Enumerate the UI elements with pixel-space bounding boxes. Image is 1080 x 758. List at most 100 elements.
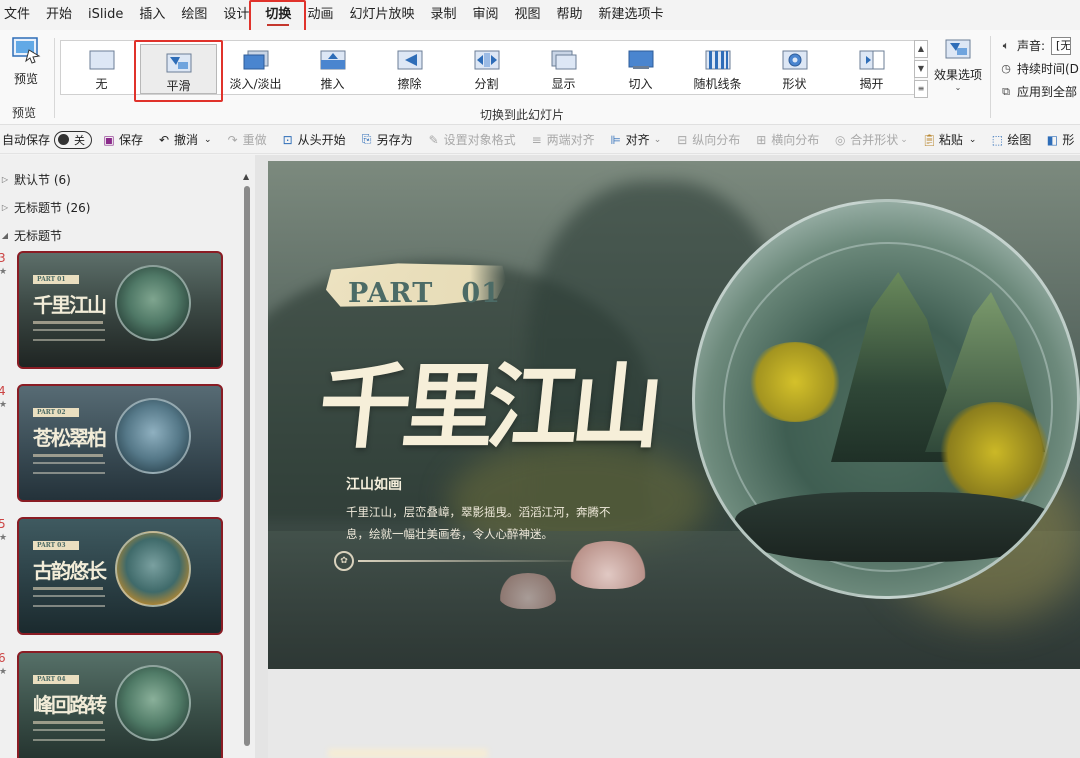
apply-all-button[interactable]: ⧉ 应用到全部 — [998, 80, 1080, 103]
collapse-arrow-icon: ◢ — [1, 231, 9, 240]
transition-gallery: 无 平滑 淡入/淡出 推入 擦除 分割 显示 切入 随机线条 形状 揭开 — [60, 40, 915, 95]
transition-shape-icon — [782, 50, 807, 70]
transition-fade[interactable]: 淡入/淡出 — [217, 41, 294, 96]
transition-push[interactable]: 推入 — [294, 41, 371, 96]
menu-home[interactable]: 开始 — [38, 0, 80, 30]
slide-subheading[interactable]: 江山如画 — [346, 474, 402, 494]
menu-draw[interactable]: 绘图 — [173, 0, 215, 30]
save-button[interactable]: ▣ 保存 — [102, 131, 143, 148]
menu-animations[interactable]: 动画 — [299, 0, 341, 30]
transition-uncover-label: 揭开 — [859, 77, 884, 91]
transition-wipe[interactable]: 擦除 — [371, 41, 448, 96]
gallery-scroll-up-button[interactable]: ▲ — [914, 40, 928, 58]
thumbnail-image: PART 04 峰回路转 — [17, 651, 223, 758]
apply-all-icon: ⧉ — [1002, 84, 1010, 98]
menu-slideshow[interactable]: 幻灯片放映 — [341, 0, 422, 30]
distribute-vertical-button[interactable]: ⊟ 纵向分布 — [675, 131, 740, 148]
transition-star-icon: ★ — [0, 267, 8, 277]
save-as-button[interactable]: ⎘ 另存为 — [360, 131, 413, 148]
transition-cut[interactable]: 切入 — [602, 41, 679, 96]
menu-review[interactable]: 审阅 — [464, 0, 506, 30]
divider — [990, 36, 991, 118]
thumbnail-part: PART 04 — [33, 675, 79, 684]
thumbnail-part: PART 03 — [33, 541, 79, 550]
start-from-beginning-label: 从头开始 — [297, 133, 346, 147]
justify-button[interactable]: ≡ 两端对齐 — [530, 131, 595, 148]
menu-record[interactable]: 录制 — [422, 0, 464, 30]
slide-thumbnail-3[interactable]: 3 ★ PART 01 千里江山 — [0, 251, 240, 373]
chevron-down-icon: ⌄ — [954, 83, 962, 92]
thumbnail-title: 千里江山 — [33, 293, 107, 317]
slide-body-text[interactable]: 千里江山，层峦叠嶂，翠影摇曳。滔滔江河，奔腾不息，绘就一幅壮美画卷，令人心醉神迷… — [346, 501, 618, 545]
transition-none[interactable]: 无 — [63, 41, 140, 96]
transition-reveal[interactable]: 显示 — [525, 41, 602, 96]
transition-shape[interactable]: 形状 — [756, 41, 833, 96]
draw-button[interactable]: ⬚ 绘图 — [990, 131, 1032, 148]
current-slide[interactable]: PART 01 千里江山 江山如画 千里江山，层峦叠嶂，翠影摇曳。滔滔江河，奔腾… — [268, 161, 1080, 669]
part-label[interactable]: PART 01 — [348, 271, 501, 310]
menu-insert[interactable]: 插入 — [131, 0, 173, 30]
menu-islide[interactable]: iSlide — [80, 0, 131, 30]
transition-morph[interactable]: 平滑 — [140, 44, 217, 94]
slide-thumbnail-5[interactable]: 5 ★ PART 03 古韵悠长 — [0, 517, 240, 639]
undo-button[interactable]: ↶ 撤消 ⌄ — [157, 131, 212, 148]
expand-arrow-icon: ▷ — [1, 175, 9, 184]
section-default[interactable]: ▷ 默认节 (6) — [0, 171, 71, 188]
slide-title[interactable]: 千里江山 — [313, 333, 663, 466]
thumbnail-title: 峰回路转 — [33, 693, 107, 717]
effect-options-button[interactable]: 效果选项 ⌄ — [932, 38, 984, 98]
chevron-down-icon: ⌄ — [204, 134, 212, 145]
lotus-image — [498, 573, 558, 609]
thumbnail-scrollbar[interactable]: ▲ — [243, 172, 251, 758]
transition-reveal-label: 显示 — [551, 77, 576, 91]
menu-help[interactable]: 帮助 — [549, 0, 591, 30]
effect-options-icon — [945, 39, 971, 59]
slide-thumbnail-4[interactable]: 4 ★ PART 02 苍松翠柏 — [0, 384, 240, 506]
thumbnail-title: 古韵悠长 — [33, 559, 107, 583]
transition-group-label: 切换到此幻灯片 — [480, 108, 565, 122]
gallery-more-button[interactable]: ≡ — [914, 80, 928, 98]
menu-file[interactable]: 文件 — [0, 0, 38, 30]
transition-none-label: 无 — [95, 77, 108, 91]
autosave-toggle[interactable]: 自动保存 关 — [2, 130, 93, 149]
undo-icon: ↶ — [159, 132, 170, 147]
section-untitled-26[interactable]: ▷ 无标题节 (26) — [0, 199, 91, 216]
shapes-button[interactable]: ◧ 形 — [1045, 131, 1075, 148]
chevron-down-icon: ⌄ — [968, 134, 977, 145]
format-object-button[interactable]: ✎ 设置对象格式 — [427, 131, 516, 148]
transition-split[interactable]: 分割 — [448, 41, 525, 96]
transition-split-label: 分割 — [474, 77, 499, 91]
menu-transitions[interactable]: 切换 — [257, 0, 299, 30]
redo-button[interactable]: ↷ 重做 — [226, 131, 267, 148]
align-button[interactable]: ⊫ 对齐 ⌄ — [609, 131, 661, 148]
start-from-beginning-button[interactable]: ⊡ 从头开始 — [281, 131, 346, 148]
menu-new-tab[interactable]: 新建选项卡 — [591, 0, 672, 30]
scroll-up-icon[interactable]: ▲ — [243, 172, 249, 181]
terrarium-image[interactable] — [692, 199, 1080, 599]
section-label: 无标题节 — [14, 229, 63, 243]
autosave-switch[interactable]: 关 — [54, 130, 93, 149]
menu-view[interactable]: 视图 — [507, 0, 549, 30]
slide-editor: PART 01 千里江山 江山如画 千里江山，层峦叠嶂，翠影摇曳。滔滔江河，奔腾… — [255, 155, 1080, 758]
menu-design[interactable]: 设计 — [215, 0, 257, 30]
section-label: 无标题节 (26) — [14, 201, 91, 215]
paste-button[interactable]: 📋︎ 粘贴 ⌄ — [922, 131, 977, 148]
transition-uncover[interactable]: 揭开 — [833, 41, 910, 96]
format-object-icon: ✎ — [428, 132, 439, 147]
sound-row: 🔈︎ 声音: [无 — [998, 34, 1080, 57]
sound-select[interactable]: [无 — [1051, 36, 1072, 55]
merge-shapes-button[interactable]: ◎ 合并形状 ⌄ — [833, 131, 908, 148]
transition-random-bars-label: 随机线条 — [693, 77, 742, 91]
gallery-scroll-down-button[interactable]: ▼ — [914, 60, 928, 78]
save-as-icon: ⎘ — [361, 132, 372, 146]
transition-random-bars-icon — [705, 50, 730, 70]
transition-random-bars[interactable]: 随机线条 — [679, 41, 756, 96]
slide-thumbnail-6[interactable]: 6 ★ PART 04 峰回路转 — [0, 651, 240, 758]
section-untitled[interactable]: ◢ 无标题节 — [0, 227, 62, 244]
merge-shapes-label: 合并形状 — [850, 133, 899, 147]
preview-button[interactable]: 预览 — [4, 36, 48, 96]
scrollbar-thumb[interactable] — [244, 186, 250, 746]
duration-row[interactable]: ◷ 持续时间(D) — [998, 57, 1080, 80]
slide-number: 3 — [0, 251, 6, 265]
distribute-horizontal-button[interactable]: ⊞ 横向分布 — [754, 131, 819, 148]
